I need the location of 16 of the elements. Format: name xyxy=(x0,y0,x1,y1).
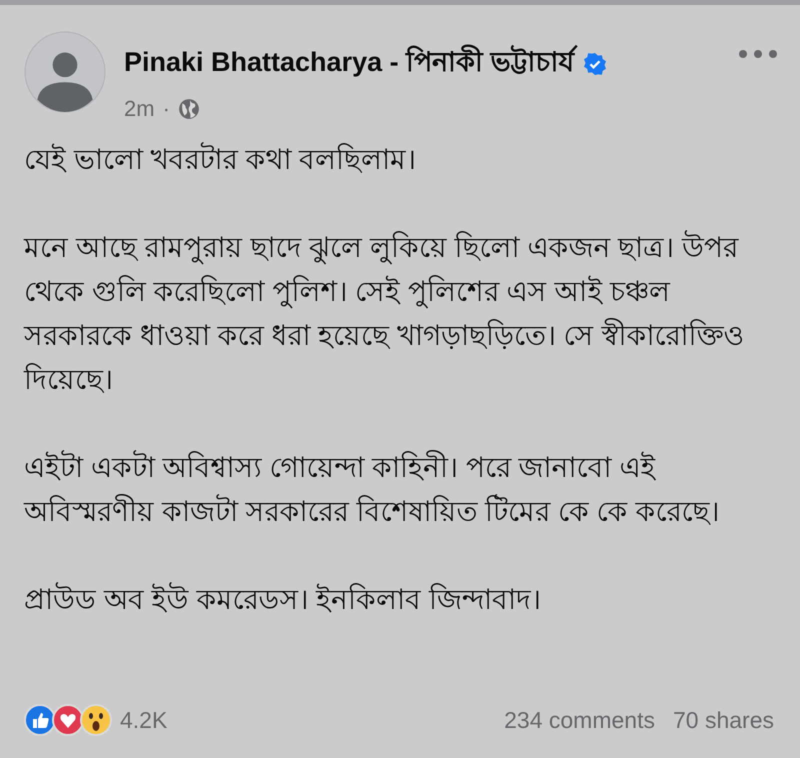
like-reaction-icon[interactable] xyxy=(24,704,56,736)
heart-reaction-icon[interactable] xyxy=(52,704,84,736)
globe-icon xyxy=(178,98,200,120)
post-paragraph: যেই ভালো খবরটার কথা বলছিলাম। xyxy=(24,141,418,177)
comments-count[interactable]: 234 comments xyxy=(504,706,655,734)
avatar[interactable] xyxy=(24,31,106,113)
shares-count[interactable]: 70 shares xyxy=(672,706,774,734)
reaction-count[interactable]: 4.2K xyxy=(120,706,168,734)
wow-reaction-icon[interactable] xyxy=(80,704,112,736)
author-name[interactable]: Pinaki Bhattacharya - পিনাকী ভট্টাচার্য xyxy=(124,41,575,86)
post-paragraph: এইটা একটা অবিশ্বাস্য গোয়েন্দা কাহিনী। পরে জানাবো এই অবিস্মরণীয় কাজটা সরকারের বিশেষায়িত টিমের কে কে করেছে। xyxy=(24,449,720,529)
post-time[interactable]: 2m xyxy=(124,96,155,122)
post-paragraph: মনে আছে রামপুরায় ছাদে ঝুলে লুকিয়ে ছিলো একজন ছাত্র। উপর থেকে গুলি করেছিলো পুলিশ। সেই পুলিশের এস আই চঞ্চল সরকারকে ধাওয়া করে ধরা হয়েছে খাগড়াছড়িতে। সে স্বীকারোক্তিও দিয়েছে। xyxy=(24,229,746,397)
more-options-icon[interactable] xyxy=(738,49,778,59)
post-paragraph: প্রাউড অব ইউ কমরেডস। ইনকিলাব জিন্দাবাদ। xyxy=(24,581,542,617)
separator-dot: · xyxy=(162,96,170,122)
